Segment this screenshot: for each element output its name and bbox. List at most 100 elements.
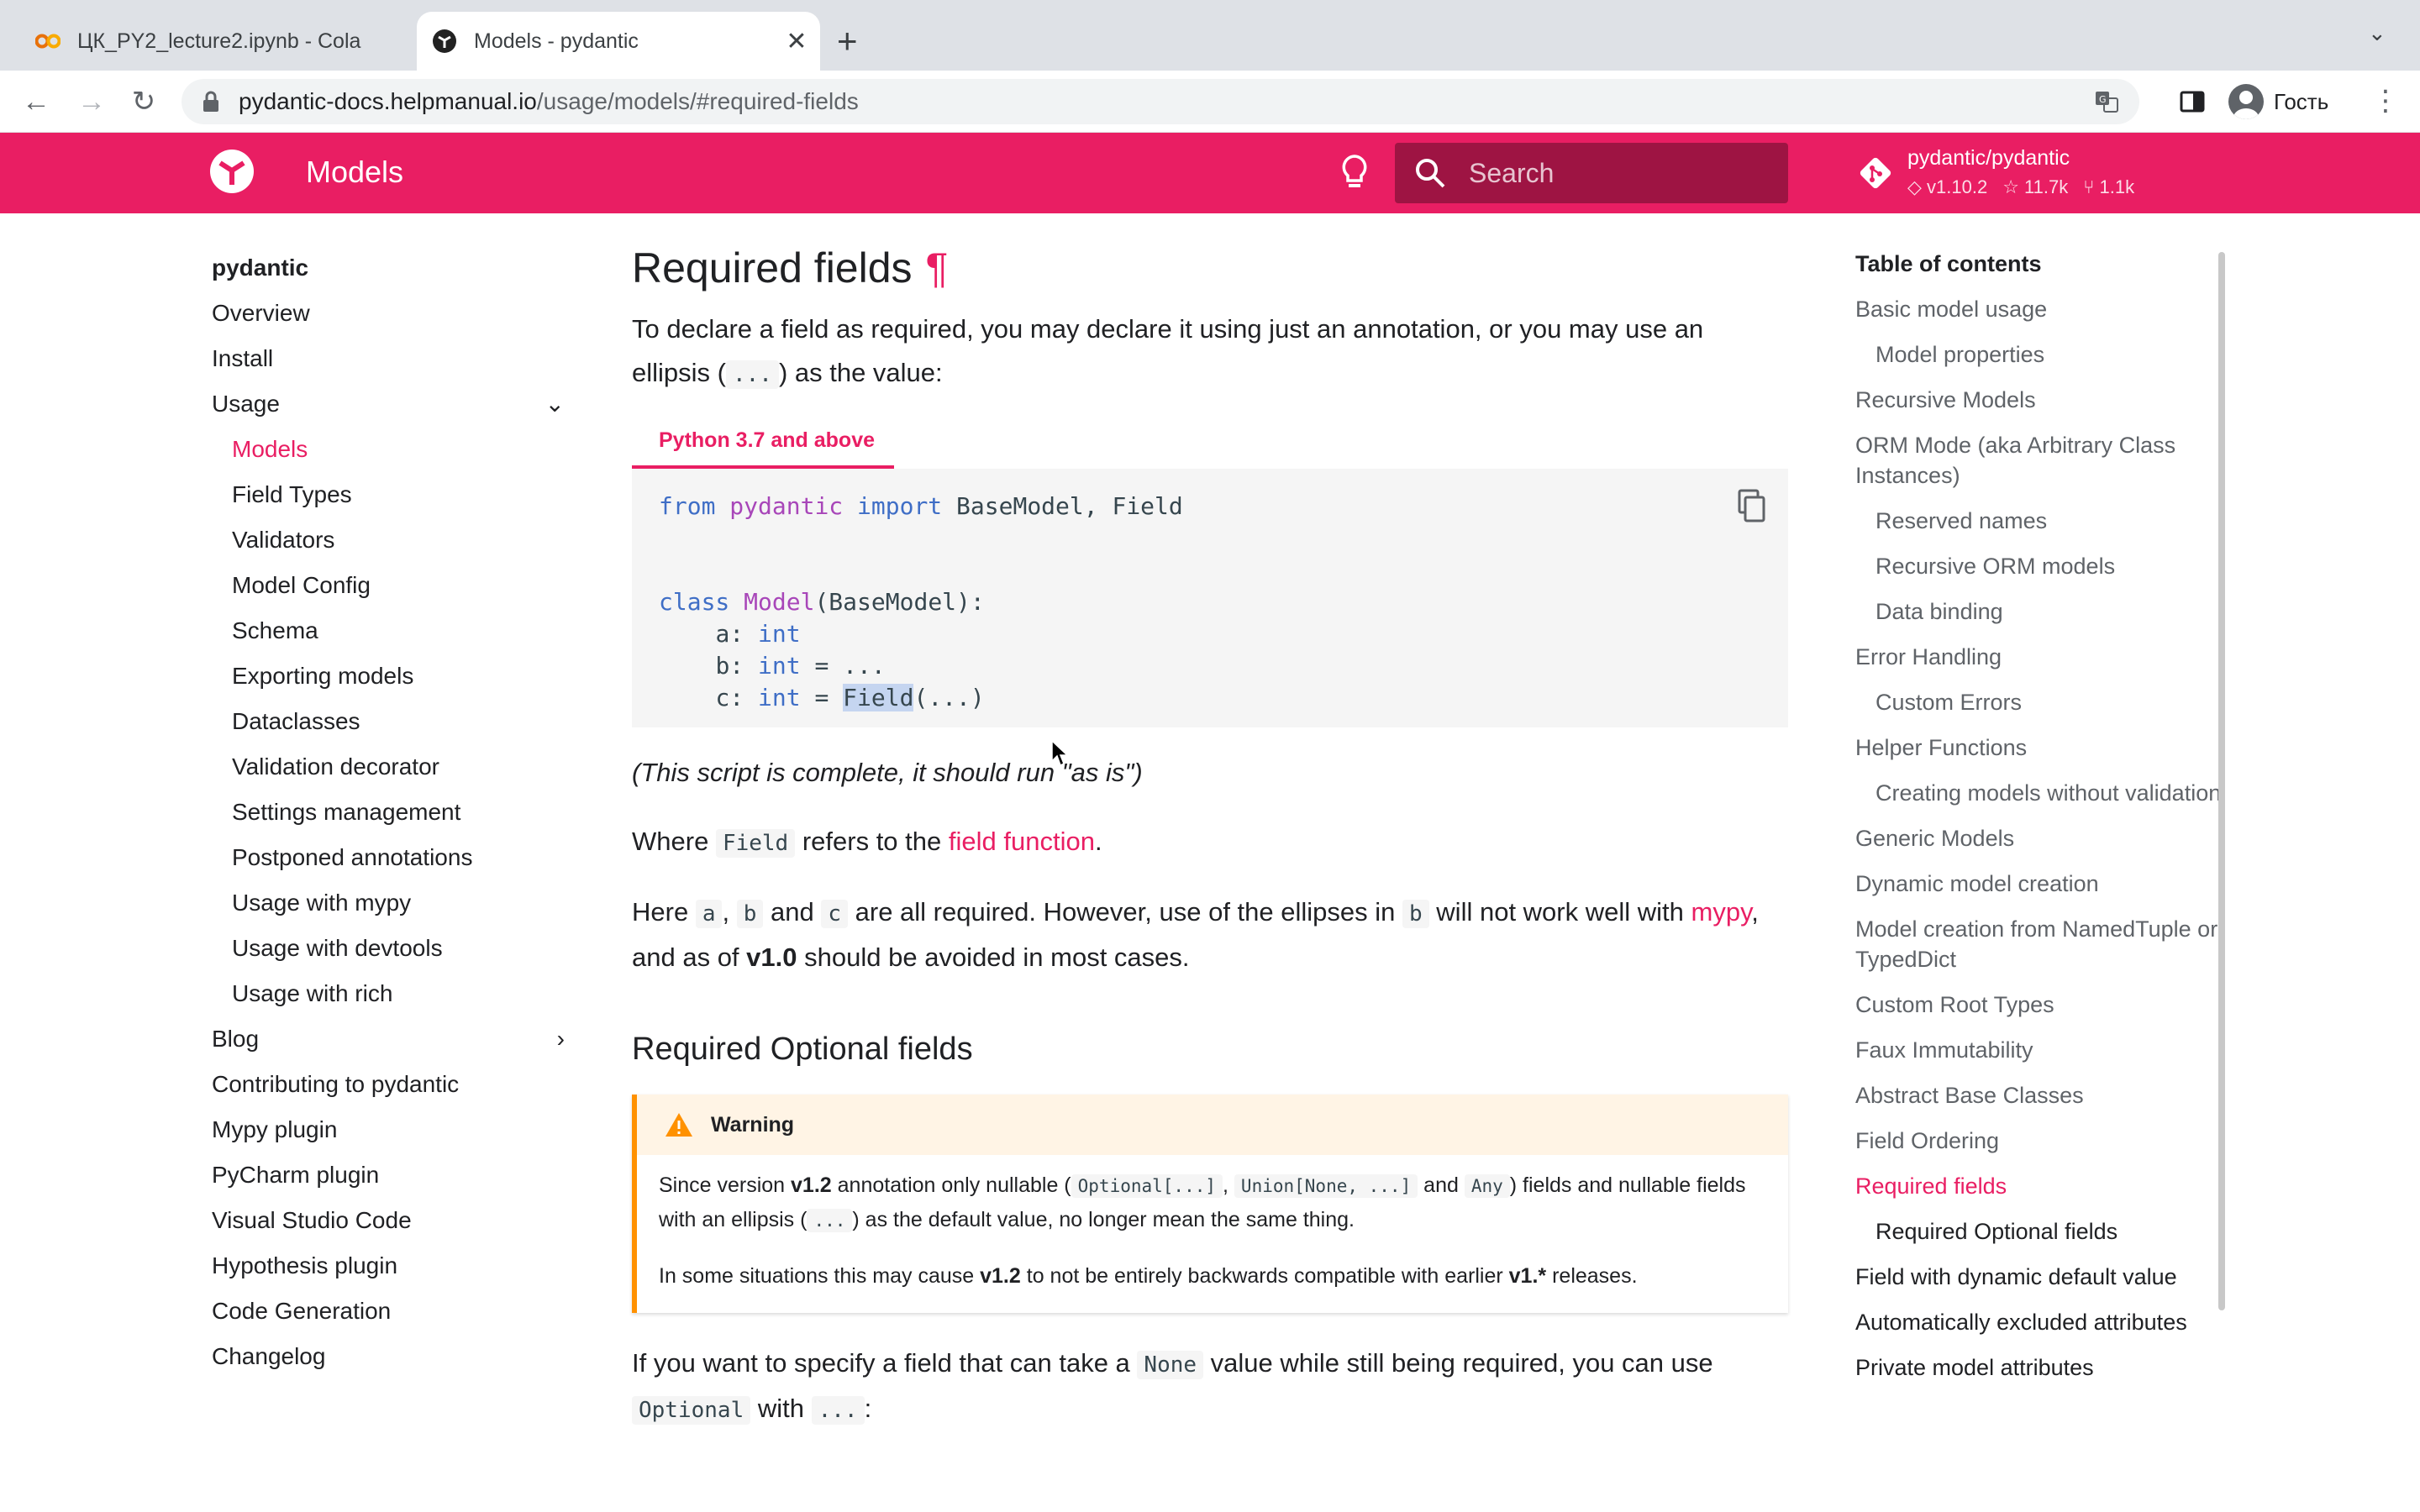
bold-text: v1.* (1508, 1264, 1547, 1288)
nav-item-install[interactable]: Install (212, 339, 565, 385)
tab-search-icon[interactable]: ⌄ (2368, 20, 2386, 46)
pydantic-logo-icon[interactable] (208, 148, 255, 195)
translate-icon[interactable]: G (2094, 89, 2119, 114)
new-tab-button[interactable]: + (837, 20, 858, 62)
nav-item-label: Validators (232, 527, 335, 553)
text: and (1423, 1173, 1459, 1197)
nav-item-usage-rich[interactable]: Usage with rich (212, 974, 565, 1020)
inline-code: c (821, 900, 849, 928)
nav-item-vscode[interactable]: Visual Studio Code (212, 1201, 565, 1247)
nav-item-mypy-plugin[interactable]: Mypy plugin (212, 1110, 565, 1156)
browser-tab-colab[interactable]: ЦК_PY2_lecture2.ipynb - Cola (20, 12, 407, 71)
forward-button[interactable]: → (72, 82, 111, 121)
theme-toggle-icon[interactable] (1334, 151, 1375, 193)
code-tabs: Python 3.7 and above (632, 415, 1788, 469)
nav-item-exporting-models[interactable]: Exporting models (212, 657, 565, 702)
nav-item-postponed-annotations[interactable]: Postponed annotations (212, 838, 565, 884)
code-token: class (659, 588, 730, 616)
warning-paragraph-1: Since version v1.2 annotation only nulla… (659, 1173, 1746, 1232)
toc-item[interactable]: Recursive ORM models (1855, 551, 2225, 581)
toc-item[interactable]: Creating models without validation (1855, 778, 2225, 808)
toc-item[interactable]: Abstract Base Classes (1855, 1080, 2225, 1110)
toc-item[interactable]: Helper Functions (1855, 732, 2225, 763)
nav-item-model-config[interactable]: Model Config (212, 566, 565, 612)
toc-scrollbar[interactable] (2218, 252, 2225, 1310)
lock-icon[interactable] (198, 89, 224, 114)
text: with (757, 1394, 804, 1423)
browser-tab-strip: ЦК_PY2_lecture2.ipynb - Cola Models - py… (0, 0, 2420, 71)
page-title: Models (306, 155, 404, 189)
profile-button[interactable]: Гость (2223, 79, 2349, 124)
toc-item[interactable]: Model properties (1855, 339, 2225, 370)
nav-item-settings-management[interactable]: Settings management (212, 793, 565, 838)
side-panel-icon[interactable] (2178, 87, 2207, 116)
nav-item-pycharm-plugin[interactable]: PyCharm plugin (212, 1156, 565, 1201)
toc-item[interactable]: Recursive Models (1855, 385, 2225, 415)
nav-item-validators[interactable]: Validators (212, 521, 565, 566)
inline-code: Optional (632, 1396, 751, 1425)
nav-item-models[interactable]: Models (212, 430, 565, 475)
text: refers to the (802, 827, 942, 856)
table-of-contents: Table of contents Basic model usage Mode… (1855, 249, 2225, 1398)
close-tab-icon[interactable]: ✕ (780, 27, 813, 56)
code-token: from (659, 492, 716, 520)
tab-python-37[interactable]: Python 3.7 and above (632, 415, 894, 469)
nav-item-changelog[interactable]: Changelog (212, 1337, 565, 1383)
toc-item[interactable]: Automatically excluded attributes (1855, 1307, 2225, 1337)
browser-tab-pydantic[interactable]: Models - pydantic ✕ (417, 12, 820, 71)
toc-item-active[interactable]: Required fields (1855, 1171, 2225, 1201)
nav-item-label: Field Types (232, 481, 352, 507)
toc-item[interactable]: Reserved names (1855, 506, 2225, 536)
nav-item-usage-mypy[interactable]: Usage with mypy (212, 884, 565, 929)
pydantic-icon (432, 29, 457, 54)
nav-item-schema[interactable]: Schema (212, 612, 565, 657)
copy-icon[interactable] (1736, 489, 1766, 522)
code-line: c: int = Field(...) (715, 684, 985, 711)
nav-item-contributing[interactable]: Contributing to pydantic (212, 1065, 565, 1110)
toc-item[interactable]: Data binding (1855, 596, 2225, 627)
search-input[interactable]: Search (1395, 143, 1788, 203)
nav-item-hypothesis-plugin[interactable]: Hypothesis plugin (212, 1247, 565, 1292)
nav-item-label: Usage with rich (232, 980, 393, 1006)
address-bar[interactable]: pydantic-docs.helpmanual.io/usage/models… (182, 79, 2139, 124)
fork-icon: ⑂ 1.1k (2083, 176, 2135, 197)
toc-item[interactable]: Required Optional fields (1855, 1216, 2225, 1247)
toc-item[interactable]: Model creation from NamedTuple or TypedD… (1855, 914, 2225, 974)
nav-item-label: Mypy plugin (212, 1116, 338, 1142)
nav-item-dataclasses[interactable]: Dataclasses (212, 702, 565, 748)
inline-code: Union[None, ...] (1234, 1174, 1418, 1198)
toc-item[interactable]: Private model attributes (1855, 1352, 2225, 1383)
toc-item[interactable]: Custom Root Types (1855, 990, 2225, 1020)
url-text: pydantic-docs.helpmanual.io/usage/models… (239, 88, 859, 115)
nav-item-field-types[interactable]: Field Types (212, 475, 565, 521)
nav-item-validation-decorator[interactable]: Validation decorator (212, 748, 565, 793)
nav-item-blog[interactable]: Blog › (212, 1020, 565, 1065)
text: If you want to specify a field that can … (632, 1348, 1130, 1378)
toc-item[interactable]: Custom Errors (1855, 687, 2225, 717)
nav-item-usage-devtools[interactable]: Usage with devtools (212, 929, 565, 974)
nav-item-code-generation[interactable]: Code Generation (212, 1292, 565, 1337)
chevron-right-icon[interactable]: › (557, 1020, 565, 1058)
chevron-down-icon[interactable]: ⌄ (545, 385, 565, 423)
text: ) as the default value, no longer mean t… (852, 1208, 1355, 1231)
toc-item[interactable]: Dynamic model creation (1855, 869, 2225, 899)
toc-item[interactable]: Basic model usage (1855, 294, 2225, 324)
toc-item[interactable]: ORM Mode (aka Arbitrary Class Instances) (1855, 430, 2225, 491)
nav-title[interactable]: pydantic (212, 249, 565, 294)
toc-item[interactable]: Field with dynamic default value (1855, 1262, 2225, 1292)
toc-item[interactable]: Faux Immutability (1855, 1035, 2225, 1065)
nav-item-usage[interactable]: Usage ⌄ (212, 385, 565, 430)
mypy-link[interactable]: mypy (1691, 897, 1752, 927)
text: . (1094, 827, 1102, 856)
browser-menu-icon[interactable]: ⋮ (2371, 84, 2400, 118)
toc-item[interactable]: Generic Models (1855, 823, 2225, 853)
nav-item-label: Hypothesis plugin (212, 1252, 398, 1278)
reload-button[interactable]: ↻ (124, 82, 163, 121)
inline-code: None (1137, 1351, 1204, 1379)
permalink-anchor[interactable]: ¶ (926, 244, 949, 291)
back-button[interactable]: ← (17, 82, 55, 121)
toc-item[interactable]: Error Handling (1855, 642, 2225, 672)
nav-item-overview[interactable]: Overview (212, 294, 565, 339)
field-function-link[interactable]: field function (949, 827, 1095, 856)
toc-item[interactable]: Field Ordering (1855, 1126, 2225, 1156)
